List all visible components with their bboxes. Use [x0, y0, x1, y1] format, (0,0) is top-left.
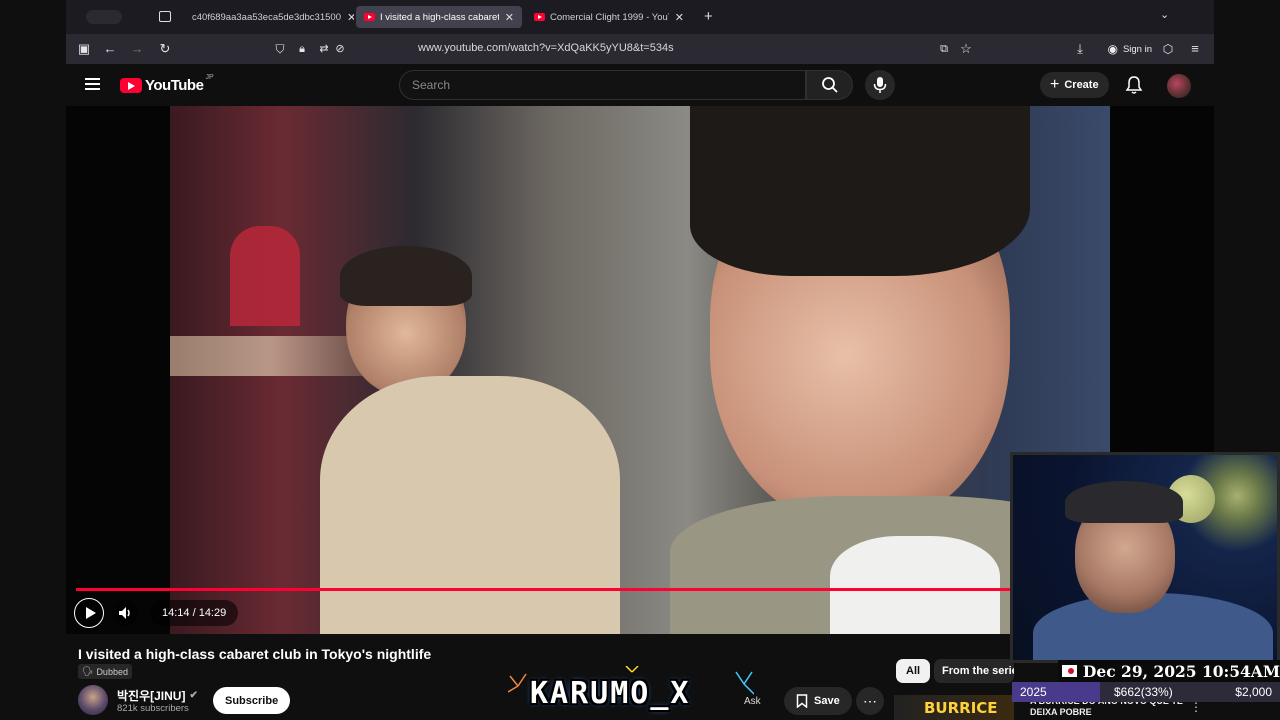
search-box: [399, 70, 806, 100]
chevron-down-icon[interactable]: ⌄: [1160, 8, 1169, 21]
person-left-coat: [320, 376, 620, 634]
shield-icon[interactable]: ⛉: [272, 41, 288, 57]
menu-icon[interactable]: ≡: [1187, 41, 1203, 57]
reload-icon[interactable]: ↻: [157, 41, 173, 57]
streamer-logo-text: KARUMO_X: [530, 676, 691, 711]
more-icon: ⋯: [863, 692, 877, 709]
donation-goal-bar: 2025 $662(33%) $2,000: [1012, 682, 1280, 702]
download-icon[interactable]: ⤓: [1072, 41, 1088, 57]
subscriber-count: 821k subscribers: [117, 703, 189, 714]
autoplay-blocked-icon[interactable]: ⊘: [332, 41, 348, 57]
ask-label: Ask: [744, 695, 761, 707]
volume-icon: [119, 607, 130, 619]
url-field[interactable]: www.youtube.com/watch?v=XdQaKK5yYU8&t=53…: [418, 42, 674, 54]
japan-flag-icon: [1062, 665, 1077, 677]
search-button[interactable]: [806, 70, 853, 100]
youtube-play-icon: [120, 78, 142, 93]
channel-avatar[interactable]: [78, 685, 108, 715]
voice-search-button[interactable]: [865, 70, 895, 100]
more-actions-button[interactable]: ⋯: [856, 687, 884, 715]
account-avatar[interactable]: [1167, 74, 1191, 98]
channel-name[interactable]: 박진우[JINU] ✔: [117, 687, 198, 704]
browser-tab-bar: c40f689aa3aa53eca5de3dbc31500 ✕ I visite…: [66, 0, 1214, 34]
tab-overview-icon[interactable]: [159, 11, 171, 22]
ask-button[interactable]: Ask: [744, 690, 761, 712]
permissions-icon[interactable]: ⇄: [316, 41, 332, 57]
time-display: 14:14 / 14:29: [150, 600, 239, 626]
sidebar-icon[interactable]: ▣: [76, 41, 92, 57]
goal-amount: $662(33%): [1114, 685, 1173, 699]
browser-nav-bar: ▣ ← → ↻ ⛉ 🔒︎ ⇄ ⊘ www.youtube.com/watch?v…: [66, 34, 1214, 64]
channel-name-label: 박진우[JINU]: [117, 689, 186, 703]
video-title: I visited a high-class cabaret club in T…: [78, 646, 432, 662]
youtube-logo[interactable]: YouTube JP: [120, 74, 214, 94]
search-icon: [822, 77, 838, 93]
street-lights: [170, 336, 370, 376]
dubbed-badge: 🗣︎ Dubbed: [78, 664, 132, 679]
notifications-button[interactable]: [1124, 75, 1144, 95]
lock-icon[interactable]: 🔒︎: [294, 41, 310, 57]
subscribe-button[interactable]: Subscribe: [213, 687, 291, 714]
back-arrow-icon[interactable]: ←: [102, 41, 118, 57]
forward-arrow-icon[interactable]: →: [129, 41, 145, 57]
new-tab-icon[interactable]: +: [704, 8, 713, 25]
search-input[interactable]: [400, 71, 805, 99]
extensions-icon[interactable]: ⬡: [1160, 41, 1176, 57]
bookmark-star-icon[interactable]: ☆: [958, 41, 974, 57]
bookmark-icon: [796, 694, 808, 708]
more-vert-icon[interactable]: ⋮: [1190, 700, 1202, 714]
sign-in-label: Sign in: [1122, 43, 1152, 55]
youtube-header: YouTube JP + Create: [66, 64, 1214, 106]
bell-icon: [1125, 76, 1143, 94]
tab-label: Comercial Clight 1999 - YouTub: [550, 11, 669, 23]
picture-in-picture-icon[interactable]: ⧉: [936, 41, 952, 57]
person-right-shirt: [830, 536, 1000, 634]
tab-label: I visited a high-class cabaret clu: [380, 11, 499, 23]
hamburger-menu-icon[interactable]: [85, 78, 100, 90]
tab-current-video[interactable]: I visited a high-class cabaret clu ✕: [356, 6, 522, 28]
building-sign: [230, 226, 300, 326]
chip-from-the-series[interactable]: From the series: [934, 659, 1014, 683]
recommended-thumbnail[interactable]: BURRICE: [894, 695, 1014, 720]
create-label: Create: [1064, 79, 1099, 91]
dubbed-label: Dubbed: [96, 666, 128, 677]
goal-year: 2025: [1020, 685, 1047, 699]
sidebar-toggle-icon[interactable]: [86, 10, 122, 24]
create-button[interactable]: + Create: [1040, 72, 1109, 98]
play-button[interactable]: [74, 598, 104, 628]
chip-all[interactable]: All: [896, 659, 931, 683]
tab-label: c40f689aa3aa53eca5de3dbc31500: [192, 11, 341, 23]
webcam-overlay: [1010, 452, 1280, 663]
save-button[interactable]: Save: [784, 687, 852, 715]
youtube-favicon-icon: [364, 13, 375, 21]
goal-target: $2,000: [1235, 685, 1272, 699]
verified-icon: ✔: [189, 690, 198, 701]
plus-icon: +: [1050, 76, 1060, 93]
tab-hash[interactable]: c40f689aa3aa53eca5de3dbc31500 ✕: [184, 6, 354, 28]
sign-in-button[interactable]: ◉ Sign in: [1099, 39, 1160, 59]
tab-clight[interactable]: Comercial Clight 1999 - YouTub ✕: [526, 6, 692, 28]
save-label: Save: [814, 695, 840, 707]
thumbnail-text: BURRICE: [924, 699, 998, 717]
volume-button[interactable]: [112, 600, 138, 626]
person-right-hair: [690, 106, 1030, 276]
close-icon[interactable]: ✕: [675, 11, 684, 24]
person-left-hair: [340, 246, 472, 306]
video-frame: [170, 106, 1110, 634]
close-icon[interactable]: ✕: [505, 11, 514, 24]
streamer-logo-overlay: KARUMO_X: [508, 666, 754, 720]
date-time-overlay: Dec 29, 2025 10:54AM: [1058, 660, 1280, 682]
microphone-icon: [873, 77, 887, 93]
youtube-favicon-icon: [534, 13, 545, 21]
close-icon[interactable]: ✕: [347, 11, 354, 24]
streamer-cap: [1065, 481, 1183, 523]
logo-word: YouTube: [145, 77, 204, 94]
dubbed-icon: 🗣︎: [82, 666, 94, 676]
account-icon: ◉: [1107, 42, 1118, 56]
date-time-text: Dec 29, 2025 10:54AM: [1082, 661, 1280, 681]
country-code: JP: [205, 74, 214, 81]
